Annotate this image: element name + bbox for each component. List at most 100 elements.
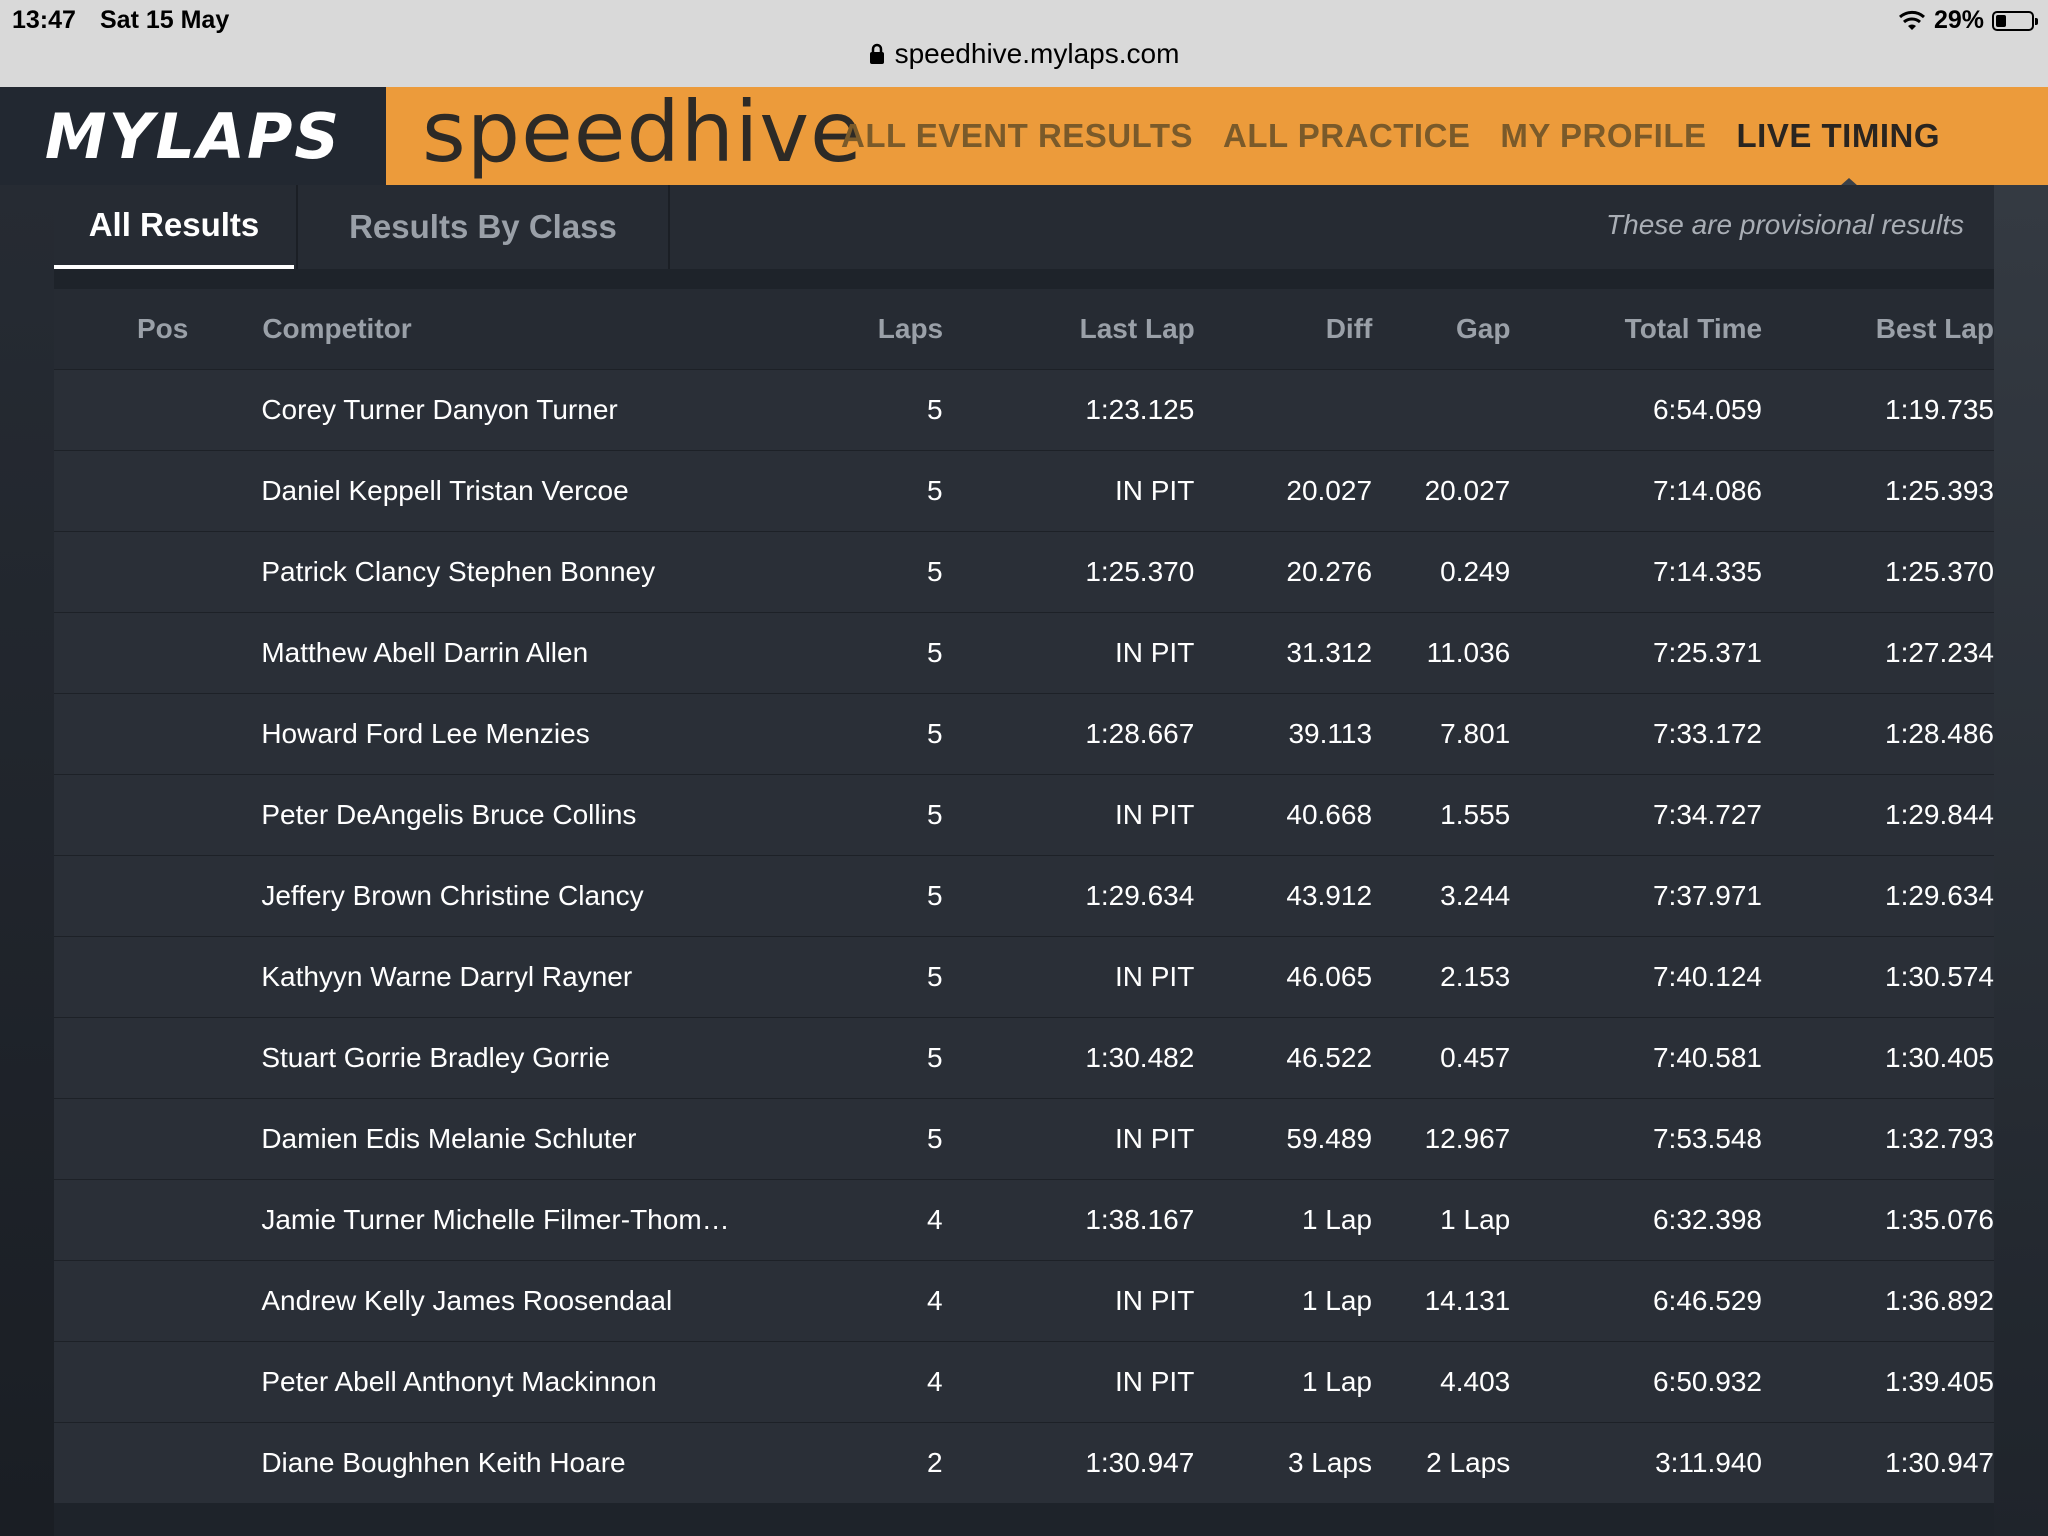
table-row[interactable]: 1269Andrew Kelly James Roosendaal4IN PIT…	[54, 1260, 1994, 1341]
total-time-value: 6:46.529	[1652, 1285, 1762, 1316]
col-competitor[interactable]: Competitor	[262, 313, 844, 345]
background-left	[0, 185, 54, 1536]
best-lap-value: 1:27.234	[1885, 637, 1994, 668]
competitor-name[interactable]: Damien Edis Melanie Schluter	[261, 1123, 844, 1155]
best-lap-value: 1:35.076	[1885, 1204, 1994, 1235]
gap-value: 12.967	[1424, 1123, 1511, 1154]
status-date: Sat 15 May	[100, 6, 230, 34]
diff-value: 59.489	[1286, 1123, 1373, 1154]
ios-status-bar: 13:47 Sat 15 May 29% speedhive.mylaps.co…	[0, 0, 2048, 87]
diff-value: 46.065	[1286, 961, 1373, 992]
last-lap-value: 1:28.667	[1085, 718, 1195, 749]
results-table: Pos Competitor Laps Last Lap Diff Gap To…	[54, 289, 1994, 1503]
diff-value: 39.113	[1288, 718, 1373, 749]
competitor-name[interactable]: Kathyyn Warne Darryl Rayner	[261, 961, 844, 993]
table-row[interactable]: 11666Jamie Turner Michelle Filmer-Thom…4…	[54, 1179, 1994, 1260]
col-diff[interactable]: Diff	[1195, 313, 1373, 345]
gap-value: 2.153	[1440, 961, 1511, 992]
total-time-value: 7:14.335	[1652, 556, 1762, 587]
gap-value: 3.244	[1440, 880, 1511, 911]
total-time-value: 6:32.398	[1652, 1204, 1762, 1235]
diff-value: 20.276	[1286, 556, 1373, 587]
competitor-name[interactable]: Jeffery Brown Christine Clancy	[261, 880, 844, 912]
competitor-name[interactable]: Matthew Abell Darrin Allen	[261, 637, 844, 669]
table-row[interactable]: 147Diane Boughhen Keith Hoare21:30.9473 …	[54, 1422, 1994, 1503]
table-row[interactable]: 228Daniel Keppell Tristan Vercoe5IN PIT2…	[54, 450, 1994, 531]
competitor-name[interactable]: Diane Boughhen Keith Hoare	[261, 1447, 844, 1479]
competitor-name[interactable]: Stuart Gorrie Bradley Gorrie	[261, 1042, 844, 1074]
competitor-name[interactable]: Daniel Keppell Tristan Vercoe	[261, 475, 844, 507]
table-row[interactable]: 9105Stuart Gorrie Bradley Gorrie51:30.48…	[54, 1017, 1994, 1098]
total-time-value: 7:37.971	[1652, 880, 1762, 911]
best-lap-value: 1:28.486	[1885, 718, 1994, 749]
table-row[interactable]: 432Matthew Abell Darrin Allen5IN PIT31.3…	[54, 612, 1994, 693]
table-row[interactable]: 527Howard Ford Lee Menzies51:28.66739.11…	[54, 693, 1994, 774]
mylaps-logo[interactable]: MYLAPS	[0, 87, 386, 185]
total-time-value: 6:50.932	[1652, 1366, 1762, 1397]
last-lap-value: 1:30.947	[1085, 1447, 1195, 1478]
wifi-icon	[1898, 10, 1925, 30]
speedhive-logo[interactable]: speedhive	[422, 83, 863, 181]
gap-value: 11.036	[1426, 637, 1511, 668]
best-lap-value: 1:30.947	[1885, 1447, 1994, 1478]
diff-value: 43.912	[1286, 880, 1373, 911]
last-lap-value: IN PIT	[1114, 1366, 1195, 1397]
col-last-lap[interactable]: Last Lap	[943, 313, 1195, 345]
battery-icon	[1992, 10, 2038, 31]
gap-value: 4.403	[1440, 1366, 1511, 1397]
competitor-name[interactable]: Andrew Kelly James Roosendaal	[261, 1285, 844, 1317]
status-time: 13:47	[12, 6, 76, 34]
col-gap[interactable]: Gap	[1372, 313, 1510, 345]
col-total-time[interactable]: Total Time	[1511, 313, 1762, 345]
total-time-value: 7:14.086	[1652, 475, 1762, 506]
table-row[interactable]: 11Corey Turner Danyon Turner51:23.1256:5…	[54, 369, 1994, 450]
best-lap-value: 1:25.370	[1885, 556, 1994, 587]
lock-icon	[869, 43, 884, 64]
laps-value: 5	[926, 1123, 943, 1154]
last-lap-value: IN PIT	[1114, 637, 1195, 668]
best-lap-value: 1:25.393	[1885, 475, 1994, 506]
table-row[interactable]: 64Peter DeAngelis Bruce Collins5IN PIT40…	[54, 774, 1994, 855]
tab-results-by-class[interactable]: Results By Class	[296, 185, 670, 269]
address-bar[interactable]: speedhive.mylaps.com	[0, 38, 2048, 70]
table-header: Pos Competitor Laps Last Lap Diff Gap To…	[54, 289, 1994, 369]
competitor-name[interactable]: Jamie Turner Michelle Filmer-Thom…	[261, 1204, 844, 1236]
nav-live-timing[interactable]: LIVE TIMING	[1737, 117, 1941, 155]
table-row[interactable]: 326Patrick Clancy Stephen Bonney51:25.37…	[54, 531, 1994, 612]
table-row[interactable]: 715Jeffery Brown Christine Clancy51:29.6…	[54, 855, 1994, 936]
gap-value: 0.249	[1440, 556, 1511, 587]
nav-all-practice[interactable]: ALL PRACTICE	[1223, 117, 1470, 155]
best-lap-value: 1:29.844	[1885, 799, 1994, 830]
col-pos[interactable]: Pos	[54, 313, 262, 345]
laps-value: 2	[926, 1447, 943, 1478]
table-row[interactable]: 1342Peter Abell Anthonyt Mackinnon4IN PI…	[54, 1341, 1994, 1422]
total-time-value: 7:33.172	[1652, 718, 1762, 749]
diff-value: 1 Lap	[1301, 1366, 1373, 1397]
last-lap-value: 1:25.370	[1085, 556, 1195, 587]
table-row[interactable]: 1080Damien Edis Melanie Schluter5IN PIT5…	[54, 1098, 1994, 1179]
last-lap-value: IN PIT	[1114, 961, 1195, 992]
tab-all-results[interactable]: All Results	[54, 185, 294, 269]
battery-percent: 29%	[1933, 6, 1984, 34]
gap-value: 2 Laps	[1426, 1447, 1511, 1478]
laps-value: 4	[926, 1285, 943, 1316]
competitor-name[interactable]: Patrick Clancy Stephen Bonney	[261, 556, 844, 588]
last-lap-value: 1:23.125	[1085, 394, 1195, 425]
gap-value: 0.457	[1440, 1042, 1511, 1073]
laps-value: 5	[926, 961, 943, 992]
url-text: speedhive.mylaps.com	[894, 38, 1180, 69]
col-best-lap[interactable]: Best Lap	[1762, 313, 1994, 345]
gap-value: 1.555	[1440, 799, 1511, 830]
nav-my-profile[interactable]: MY PROFILE	[1500, 117, 1706, 155]
last-lap-value: 1:30.482	[1085, 1042, 1195, 1073]
competitor-name[interactable]: Peter DeAngelis Bruce Collins	[261, 799, 844, 831]
competitor-name[interactable]: Corey Turner Danyon Turner	[261, 394, 844, 426]
table-row[interactable]: 816Kathyyn Warne Darryl Rayner5IN PIT46.…	[54, 936, 1994, 1017]
col-laps[interactable]: Laps	[844, 313, 943, 345]
best-lap-value: 1:39.405	[1885, 1366, 1994, 1397]
nav-all-event-results[interactable]: ALL EVENT RESULTS	[841, 117, 1193, 155]
competitor-name[interactable]: Peter Abell Anthonyt Mackinnon	[261, 1366, 844, 1398]
last-lap-value: 1:29.634	[1085, 880, 1195, 911]
best-lap-value: 1:32.793	[1885, 1123, 1994, 1154]
competitor-name[interactable]: Howard Ford Lee Menzies	[261, 718, 844, 750]
